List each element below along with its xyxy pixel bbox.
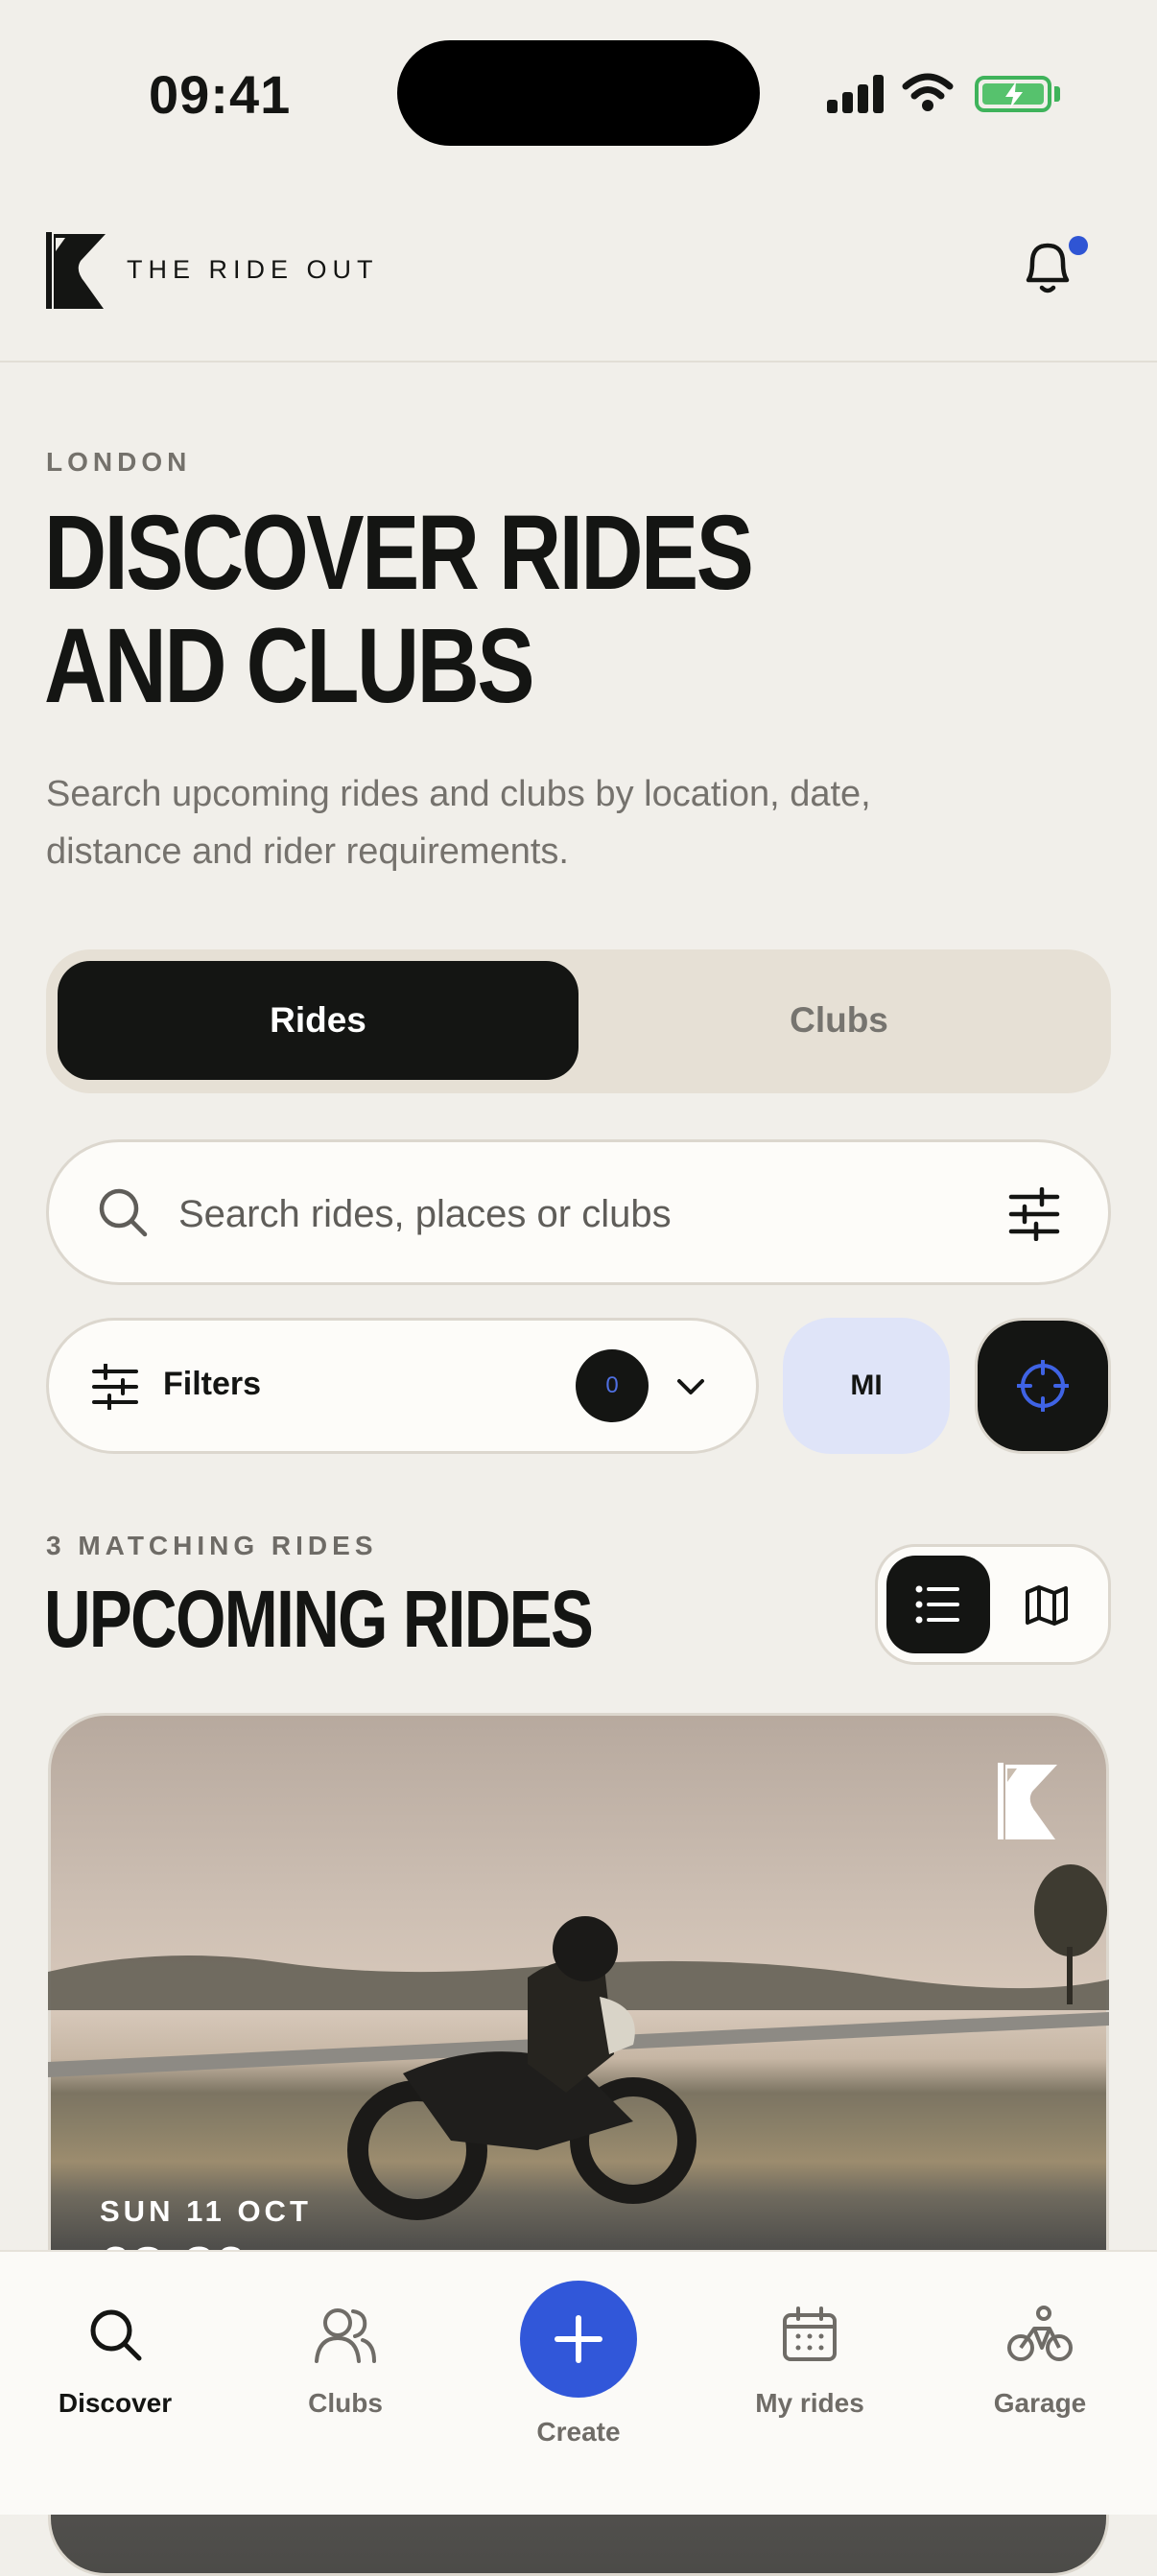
tab-clubs[interactable]: Clubs xyxy=(578,961,1099,1080)
section-title: UPCOMING RIDES xyxy=(44,1574,594,1664)
tab-my-rides-label[interactable]: My rides xyxy=(714,2388,906,2419)
dynamic-island xyxy=(397,40,760,146)
brand-name: THE RIDE OUT xyxy=(127,255,379,284)
filters-icon xyxy=(92,1364,138,1410)
logo-icon xyxy=(46,232,106,309)
map-icon[interactable] xyxy=(1025,1584,1069,1627)
search-icon xyxy=(99,1188,148,1237)
notification-dot xyxy=(1069,236,1088,255)
calendar-icon xyxy=(783,2307,837,2361)
create-label[interactable]: Create xyxy=(480,2417,677,2447)
tab-discover-label[interactable]: Discover xyxy=(19,2388,211,2419)
cellular-signal-icon xyxy=(827,75,885,113)
wifi-icon xyxy=(902,73,954,111)
tree-image xyxy=(1034,1864,1107,2004)
tab-rides[interactable]: Rides xyxy=(58,961,578,1080)
search-icon xyxy=(90,2309,142,2361)
chevron-down-icon xyxy=(677,1379,704,1394)
tab-my-rides[interactable] xyxy=(714,2306,906,2368)
distance-unit-button[interactable]: MI xyxy=(783,1318,950,1454)
filters-button[interactable] xyxy=(46,1318,759,1454)
tab-clubs-label[interactable]: Clubs xyxy=(249,2388,441,2419)
filters-label: Filters xyxy=(163,1366,262,1402)
tab-garage[interactable] xyxy=(944,2306,1136,2368)
crosshair-icon xyxy=(1017,1360,1069,1412)
bike-icon xyxy=(1007,2306,1073,2361)
plus-icon xyxy=(555,2315,602,2363)
motorcycle-image xyxy=(347,1916,697,2220)
search-input[interactable] xyxy=(178,1185,946,1243)
battery-icon xyxy=(975,76,1051,112)
battery-nub xyxy=(1054,86,1060,102)
create-button[interactable] xyxy=(520,2281,637,2398)
page-title: DISCOVER RIDES AND CLUBS xyxy=(44,494,754,725)
filters-count-badge: 0 xyxy=(576,1349,649,1422)
list-icon xyxy=(915,1585,959,1624)
sliders-icon[interactable] xyxy=(1007,1187,1061,1241)
ride-date: SUN 11 OCT xyxy=(100,2194,312,2228)
status-time: 09:41 xyxy=(149,64,292,125)
header-divider xyxy=(0,361,1157,363)
users-icon xyxy=(315,2308,376,2363)
results-count: 3 MATCHING RIDES xyxy=(46,1531,378,1560)
page-subtitle: Search upcoming rides and clubs by locat… xyxy=(46,774,871,872)
page-title-line-1: DISCOVER RIDES xyxy=(44,494,754,612)
brand-watermark-icon xyxy=(998,1763,1057,1839)
page-title-line-2: AND CLUBS xyxy=(44,607,534,725)
tab-clubs-nav[interactable] xyxy=(249,2306,441,2368)
tab-discover[interactable] xyxy=(19,2306,211,2368)
city-label: LONDON xyxy=(46,447,192,477)
tab-garage-label[interactable]: Garage xyxy=(944,2388,1136,2419)
